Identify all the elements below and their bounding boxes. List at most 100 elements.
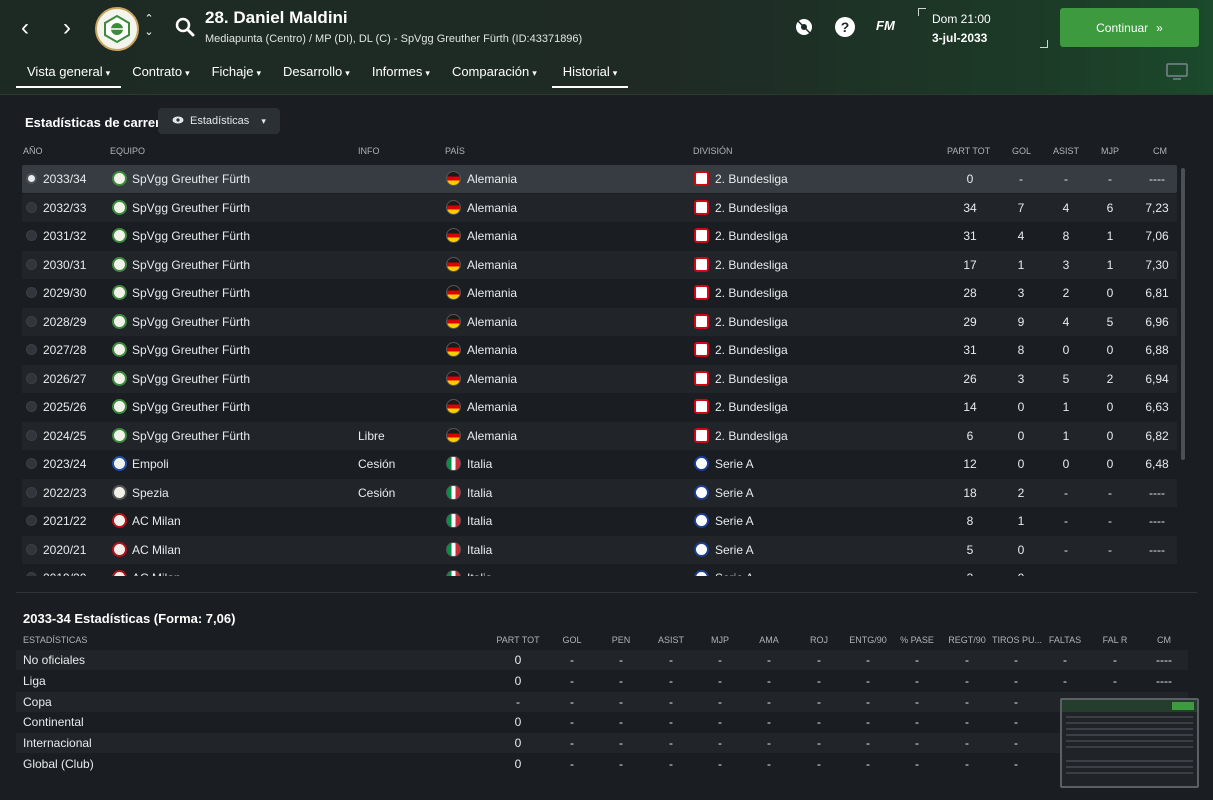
col-header-pom[interactable]: MJP — [1101, 146, 1119, 156]
row-select-radio[interactable] — [26, 372, 37, 384]
season-col-header[interactable]: GOL — [548, 635, 596, 645]
table-row[interactable]: 2027/28 SpVgg Greuther Fürth Alemania 2. Bu… — [22, 336, 1177, 364]
division-cell[interactable]: 2. Bundesliga — [715, 201, 788, 215]
table-row[interactable]: 2025/26 SpVgg Greuther Fürth Alemania 2. Bu… — [22, 393, 1177, 421]
table-row[interactable]: 2024/25 SpVgg Greuther Fürth Libre Alemania… — [22, 421, 1177, 450]
division-cell[interactable]: Serie A — [715, 514, 754, 528]
tab-development[interactable]: Desarrollo ▾ — [272, 58, 361, 88]
help-icon[interactable]: ? — [832, 14, 858, 40]
row-select-radio[interactable] — [26, 315, 37, 327]
division-cell[interactable]: 2. Bundesliga — [715, 229, 788, 243]
country-cell[interactable]: Italia — [467, 571, 492, 576]
season-col-header[interactable]: TIROS PU... — [992, 635, 1042, 645]
tab-comparison[interactable]: Comparación ▾ — [441, 58, 548, 88]
col-header-year[interactable]: AÑO — [23, 146, 43, 156]
season-col-header[interactable]: ESTADÍSTICAS — [23, 635, 87, 645]
table-row[interactable]: 2020/21 AC Milan Italia Serie A 5 0- - ---- — [22, 535, 1177, 564]
team-cell[interactable]: SpVgg Greuther Fürth — [132, 172, 250, 186]
col-header-team[interactable]: EQUIPO — [110, 146, 145, 156]
row-select-radio[interactable] — [26, 230, 37, 241]
division-cell[interactable]: Serie A — [715, 571, 754, 576]
country-cell[interactable]: Alemania — [467, 258, 517, 272]
row-select-radio[interactable] — [26, 543, 37, 555]
fm-logo[interactable]: FM — [876, 18, 895, 33]
col-header-assists[interactable]: ASIST — [1053, 146, 1079, 156]
team-cell[interactable]: SpVgg Greuther Fürth — [132, 429, 250, 443]
tab-contract[interactable]: Contrato ▾ — [121, 58, 200, 88]
row-select-radio[interactable] — [26, 515, 37, 526]
division-cell[interactable]: 2. Bundesliga — [715, 172, 788, 186]
table-row[interactable]: 2030/31 SpVgg Greuther Fürth Alemania 2. Bu… — [22, 250, 1177, 279]
forward-arrow-icon[interactable]: › — [56, 14, 78, 42]
tab-transfer[interactable]: Fichaje ▾ — [201, 58, 272, 88]
tv-icon[interactable] — [1166, 63, 1188, 81]
row-select-radio[interactable] — [26, 173, 37, 184]
country-cell[interactable]: Italia — [467, 486, 492, 500]
table-row[interactable]: 2026/27 SpVgg Greuther Fürth Alemania 2. Bu… — [22, 364, 1177, 393]
team-cell[interactable]: SpVgg Greuther Fürth — [132, 286, 250, 300]
division-cell[interactable]: 2. Bundesliga — [715, 343, 788, 357]
team-cell[interactable]: SpVgg Greuther Fürth — [132, 315, 250, 329]
row-select-radio[interactable] — [26, 486, 37, 498]
country-cell[interactable]: Alemania — [467, 429, 517, 443]
country-cell[interactable]: Alemania — [467, 286, 517, 300]
col-header-apps[interactable]: PART TOT — [947, 146, 990, 156]
row-select-radio[interactable] — [26, 344, 37, 355]
division-cell[interactable]: 2. Bundesliga — [715, 429, 788, 443]
season-col-header[interactable]: PART TOT — [494, 635, 542, 645]
row-select-radio[interactable] — [26, 401, 37, 412]
table-row[interactable]: 2031/32 SpVgg Greuther Fürth Alemania 2. Bu… — [22, 222, 1177, 250]
country-cell[interactable]: Alemania — [467, 229, 517, 243]
season-col-header[interactable]: % PASE — [893, 635, 941, 645]
season-col-header[interactable]: MJP — [696, 635, 744, 645]
tab-reports[interactable]: Informes ▾ — [361, 58, 441, 88]
team-cell[interactable]: SpVgg Greuther Fürth — [132, 400, 250, 414]
division-cell[interactable]: 2. Bundesliga — [715, 400, 788, 414]
back-arrow-icon[interactable]: ‹ — [14, 14, 36, 42]
season-col-header[interactable]: FAL R — [1091, 635, 1139, 645]
table-row[interactable]: 2029/30 SpVgg Greuther Fürth Alemania 2. Bu… — [22, 279, 1177, 307]
season-col-header[interactable]: ASIST — [647, 635, 695, 645]
col-header-division[interactable]: DIVISIÓN — [693, 146, 733, 156]
table-row[interactable]: 2028/29 SpVgg Greuther Fürth Alemania 2. Bu… — [22, 307, 1177, 336]
team-cell[interactable]: Spezia — [132, 486, 169, 500]
season-col-header[interactable]: FALTAS — [1041, 635, 1089, 645]
division-cell[interactable]: 2. Bundesliga — [715, 258, 788, 272]
season-col-header[interactable]: REGT/90 — [943, 635, 991, 645]
col-header-info[interactable]: INFO — [358, 146, 380, 156]
team-cell[interactable]: SpVgg Greuther Fürth — [132, 372, 250, 386]
scrollbar[interactable] — [1181, 168, 1185, 460]
table-row[interactable]: 2023/24 Empoli Cesión Italia Serie A 12 0 0 0 6,4… — [22, 450, 1177, 478]
stats-view-dropdown[interactable]: Estadísticas ▾ — [158, 108, 280, 134]
country-cell[interactable]: Italia — [467, 514, 492, 528]
country-cell[interactable]: Italia — [467, 457, 492, 471]
team-cell[interactable]: SpVgg Greuther Fürth — [132, 343, 250, 357]
ball-icon[interactable] — [791, 14, 817, 40]
season-col-header[interactable]: PEN — [597, 635, 645, 645]
country-cell[interactable]: Italia — [467, 543, 492, 557]
tab-history[interactable]: Historial ▾ — [551, 58, 629, 88]
division-cell[interactable]: 2. Bundesliga — [715, 315, 788, 329]
season-col-header[interactable]: ROJ — [795, 635, 843, 645]
continue-button[interactable]: Continuar » — [1060, 8, 1199, 47]
division-cell[interactable]: Serie A — [715, 486, 754, 500]
division-cell[interactable]: Serie A — [715, 457, 754, 471]
country-cell[interactable]: Alemania — [467, 372, 517, 386]
team-cell[interactable]: AC Milan — [132, 514, 181, 528]
player-switch-icon[interactable]: ⌃ ⌄ — [142, 13, 156, 41]
season-col-header[interactable]: ENTG/90 — [844, 635, 892, 645]
team-cell[interactable]: SpVgg Greuther Fürth — [132, 258, 250, 272]
date-box[interactable]: Dom 21:00 3-jul-2033 — [918, 8, 1048, 48]
row-select-radio[interactable] — [26, 458, 37, 469]
table-row[interactable]: 2021/22 AC Milan Italia Serie A 8 1- - ---- — [22, 507, 1177, 535]
row-select-radio[interactable] — [26, 201, 37, 213]
col-header-goals[interactable]: GOL — [1012, 146, 1031, 156]
country-cell[interactable]: Alemania — [467, 201, 517, 215]
tab-overview[interactable]: Vista general ▾ — [16, 58, 122, 88]
table-row[interactable]: 2033/34 SpVgg Greuther Fürth Alemania 2. Bu… — [22, 165, 1177, 193]
table-row[interactable]: 2022/23 Spezia Cesión Italia Serie A 18 2- - ---… — [22, 478, 1177, 507]
team-cell[interactable]: SpVgg Greuther Fürth — [132, 201, 250, 215]
team-cell[interactable]: AC Milan — [132, 543, 181, 557]
row-select-radio[interactable] — [26, 258, 37, 270]
row-select-radio[interactable] — [26, 429, 37, 441]
